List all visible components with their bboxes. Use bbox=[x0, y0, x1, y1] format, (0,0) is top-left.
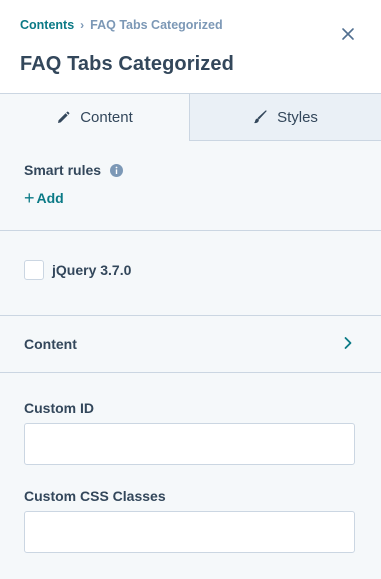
breadcrumb-separator: › bbox=[80, 18, 85, 32]
tab-styles[interactable]: Styles bbox=[190, 93, 381, 141]
chevron-right-icon bbox=[344, 337, 352, 349]
smart-rules-label: Smart rules bbox=[24, 162, 102, 178]
jquery-checkbox[interactable] bbox=[24, 260, 44, 280]
brush-icon bbox=[254, 110, 267, 124]
breadcrumb-contents-link[interactable]: Contents bbox=[20, 18, 74, 32]
tab-bar: Content Styles bbox=[0, 93, 381, 141]
section-divider bbox=[0, 372, 381, 373]
breadcrumb-current: FAQ Tabs Categorized bbox=[90, 18, 223, 32]
page-title: FAQ Tabs Categorized bbox=[20, 53, 234, 75]
custom-id-label: Custom ID bbox=[24, 400, 94, 416]
custom-css-classes-input[interactable] bbox=[24, 511, 355, 553]
custom-css-classes-label: Custom CSS Classes bbox=[24, 488, 166, 504]
pencil-icon bbox=[58, 111, 70, 123]
section-divider bbox=[0, 230, 381, 231]
panel-header: Contents › FAQ Tabs Categorized FAQ Tabs… bbox=[0, 0, 381, 93]
close-button[interactable] bbox=[338, 24, 358, 44]
content-section-label: Content bbox=[24, 336, 77, 352]
close-icon bbox=[342, 28, 354, 40]
plus-icon: + bbox=[24, 188, 35, 208]
tab-content-label: Content bbox=[80, 109, 133, 126]
add-smart-rule-label: Add bbox=[36, 190, 64, 206]
tab-styles-label: Styles bbox=[277, 108, 318, 126]
add-smart-rule-link[interactable]: + Add bbox=[24, 189, 64, 207]
info-icon[interactable] bbox=[110, 164, 123, 177]
tab-content[interactable]: Content bbox=[0, 93, 190, 141]
jquery-checkbox-label: jQuery 3.7.0 bbox=[52, 262, 132, 278]
custom-id-input[interactable] bbox=[24, 423, 355, 465]
content-section-row[interactable]: Content bbox=[0, 316, 381, 372]
breadcrumb: Contents › FAQ Tabs Categorized bbox=[20, 18, 223, 32]
